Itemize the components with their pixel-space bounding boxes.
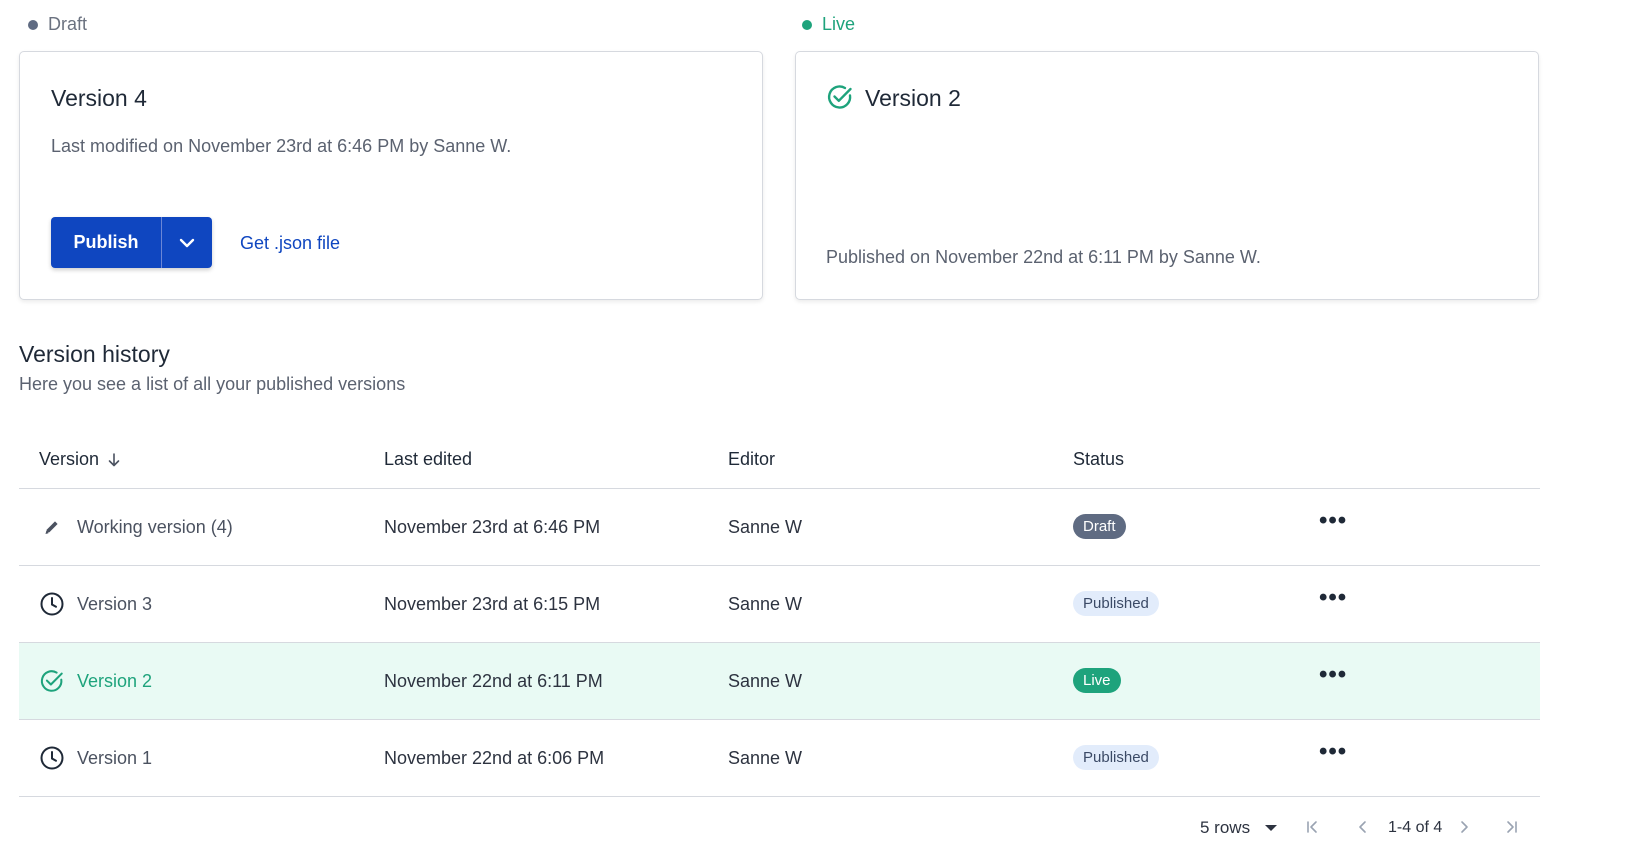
version-history-title: Version history bbox=[19, 341, 170, 367]
column-header-version-label: Version bbox=[39, 449, 100, 469]
version-name: Version 1 bbox=[77, 747, 153, 768]
draft-label-text: Draft bbox=[48, 14, 88, 34]
draft-card-title: Version 4 bbox=[51, 85, 147, 111]
row-actions-menu-icon[interactable]: ••• bbox=[1319, 507, 1347, 535]
draft-version-card: Version 4 Last modified on November 23rd… bbox=[19, 51, 763, 300]
publish-dropdown-button[interactable] bbox=[162, 217, 212, 268]
live-label-text: Live bbox=[822, 14, 856, 34]
next-page-icon[interactable] bbox=[1457, 820, 1471, 839]
last-page-icon[interactable] bbox=[1505, 820, 1519, 839]
status-badge: Published bbox=[1073, 591, 1159, 616]
row-actions-menu-icon[interactable]: ••• bbox=[1319, 584, 1347, 612]
table-row[interactable]: Version 1 November 22nd at 6:06 PM Sanne… bbox=[19, 720, 1540, 797]
editor-cell: Sanne W bbox=[728, 594, 803, 614]
table-header: Version Last edited Editor Status bbox=[19, 427, 1540, 489]
status-badge: Published bbox=[1073, 745, 1159, 770]
live-status-label: Live bbox=[802, 14, 855, 35]
version-history-table: Version Last edited Editor Status Workin… bbox=[19, 427, 1540, 797]
version-name: Version 2 bbox=[77, 670, 153, 691]
live-version-card: Version 2 Published on November 22nd at … bbox=[795, 51, 1539, 300]
caret-down-icon bbox=[1265, 825, 1278, 831]
status-cell: Published bbox=[1073, 591, 1159, 616]
draft-card-meta: Last modified on November 23rd at 6:46 P… bbox=[51, 136, 512, 156]
previous-page-icon[interactable] bbox=[1356, 820, 1370, 839]
table-row[interactable]: Version 2 November 22nd at 6:11 PM Sanne… bbox=[19, 643, 1540, 720]
last-edited-cell: November 23rd at 6:15 PM bbox=[384, 594, 601, 614]
version-cell: Version 2 bbox=[39, 668, 152, 694]
pencil-icon bbox=[39, 514, 65, 540]
row-actions-menu-icon[interactable]: ••• bbox=[1319, 738, 1347, 766]
status-badge: Draft bbox=[1073, 514, 1126, 539]
version-name: Version 3 bbox=[77, 593, 153, 614]
last-edited-cell: November 22nd at 6:11 PM bbox=[384, 671, 603, 691]
version-cell: Working version (4) bbox=[39, 514, 233, 540]
live-card-meta: Published on November 22nd at 6:11 PM by… bbox=[826, 247, 1261, 267]
first-page-icon[interactable] bbox=[1305, 820, 1319, 839]
column-header-editor[interactable]: Editor bbox=[728, 449, 775, 470]
publish-split-button: Publish bbox=[51, 217, 212, 268]
table-row[interactable]: Version 3 November 23rd at 6:15 PM Sanne… bbox=[19, 566, 1540, 643]
editor-cell: Sanne W bbox=[728, 517, 803, 537]
column-header-last-edited[interactable]: Last edited bbox=[384, 449, 472, 470]
get-json-file-link[interactable]: Get .json file bbox=[240, 233, 340, 254]
draft-status-label: Draft bbox=[28, 14, 87, 35]
page-range-text: 1-4 of 4 bbox=[1388, 819, 1443, 836]
version-cell: Version 3 bbox=[39, 591, 152, 617]
sort-arrow-down-icon bbox=[108, 452, 120, 466]
draft-dot-icon bbox=[28, 19, 38, 30]
last-edited-cell: November 23rd at 6:46 PM bbox=[384, 517, 601, 537]
check-circle-icon bbox=[827, 85, 852, 109]
rows-per-page-select[interactable]: 5 rows bbox=[1200, 818, 1278, 838]
editor-cell: Sanne W bbox=[728, 671, 803, 691]
row-actions-menu-icon[interactable]: ••• bbox=[1319, 661, 1347, 689]
last-edited-cell: November 22nd at 6:06 PM bbox=[384, 748, 605, 768]
column-header-status[interactable]: Status bbox=[1073, 449, 1124, 470]
status-badge: Live bbox=[1073, 668, 1121, 693]
version-history-subtitle: Here you see a list of all your publishe… bbox=[19, 374, 406, 394]
status-cell: Published bbox=[1073, 745, 1159, 770]
status-cell: Live bbox=[1073, 668, 1121, 693]
live-dot-icon bbox=[802, 19, 812, 30]
live-card-title: Version 2 bbox=[865, 85, 961, 111]
pagination-bar: 5 rows 1-4 of 4 bbox=[0, 818, 1540, 848]
rows-per-page-value: 5 rows bbox=[1200, 818, 1251, 837]
version-cell: Version 1 bbox=[39, 745, 152, 771]
version-name: Working version (4) bbox=[77, 516, 233, 537]
editor-cell: Sanne W bbox=[728, 748, 803, 768]
table-row[interactable]: Working version (4) November 23rd at 6:4… bbox=[19, 489, 1540, 566]
clock-icon bbox=[39, 745, 65, 771]
publish-button[interactable]: Publish bbox=[51, 217, 161, 268]
column-header-version[interactable]: Version bbox=[39, 449, 121, 470]
status-cell: Draft bbox=[1073, 514, 1126, 539]
chevron-down-icon bbox=[179, 238, 195, 247]
check-circle-icon bbox=[39, 668, 65, 694]
clock-icon bbox=[39, 591, 65, 617]
